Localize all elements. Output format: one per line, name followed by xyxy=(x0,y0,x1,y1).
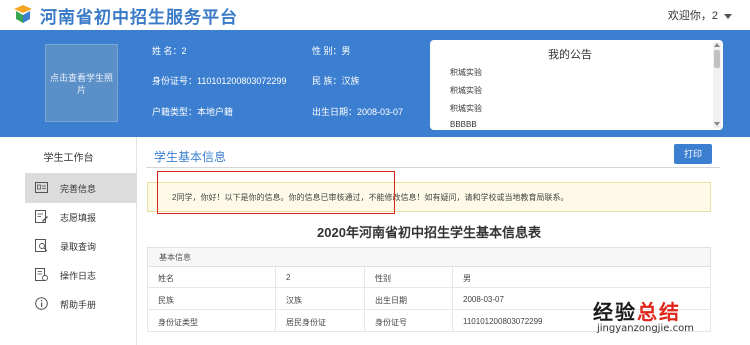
table-cell: 男 xyxy=(463,274,471,283)
title-divider xyxy=(146,167,720,168)
table-cell: 出生日期 xyxy=(375,296,407,305)
sidebar-item-label: 完善信息 xyxy=(60,184,97,194)
ethnicity-field: 民 族：汉族 xyxy=(312,76,360,86)
cell-divider xyxy=(364,289,365,310)
edit-form-icon xyxy=(35,210,48,223)
section-label: 基本信息 xyxy=(159,253,191,262)
sidebar-item-label: 志愿填报 xyxy=(60,213,97,223)
table-cell: 汉族 xyxy=(286,296,302,305)
table-cell: 居民身份证 xyxy=(286,318,326,327)
cell-divider xyxy=(364,311,365,332)
cell-divider xyxy=(364,267,365,288)
notice-scrollbar[interactable] xyxy=(713,42,721,128)
gender-field: 性 别：男 xyxy=(312,46,351,56)
sidebar-item-complete-info[interactable]: 完善信息 xyxy=(25,173,137,203)
form-title: 2020年河南省初中招生学生基本信息表 xyxy=(317,225,541,240)
sidebar: 学生工作台 完善信息 志愿填报 录取查询 操作日志 帮助手册 xyxy=(0,137,137,345)
birth-field: 出生日期：2008-03-07 xyxy=(312,107,404,117)
logo-icon xyxy=(14,5,32,23)
notice-item[interactable]: 积城实验 xyxy=(450,85,482,96)
sidebar-title: 学生工作台 xyxy=(43,153,94,164)
page-title: 学生基本信息 xyxy=(154,150,227,164)
notice-item[interactable]: 积城实验 xyxy=(450,103,482,114)
print-button[interactable]: 打印 xyxy=(674,144,712,164)
log-icon xyxy=(35,268,48,281)
watermark-text: 经验总结 xyxy=(593,302,681,324)
hukou-field: 户籍类型：本地户籍 xyxy=(152,107,234,117)
welcome-text: 欢迎你，2 xyxy=(667,10,718,22)
student-photo[interactable]: 点击查看学生照片 xyxy=(45,44,118,122)
table-cell: 110101200803072299 xyxy=(463,317,543,326)
cell-divider xyxy=(275,267,276,288)
name-field: 姓 名：2 xyxy=(152,46,187,56)
sidebar-item-application[interactable]: 志愿填报 xyxy=(25,202,137,232)
table-cell: 2 xyxy=(286,273,291,282)
cell-divider xyxy=(275,289,276,310)
top-bar: 河南省初中招生服务平台 欢迎你，2 xyxy=(0,0,750,30)
cell-divider xyxy=(452,289,453,310)
cell-divider xyxy=(452,311,453,332)
site-title: 河南省初中招生服务平台 xyxy=(40,8,238,27)
sidebar-item-label: 录取查询 xyxy=(60,242,97,252)
sidebar-item-operation-log[interactable]: 操作日志 xyxy=(25,260,137,290)
table-cell: 民族 xyxy=(158,296,174,305)
table-cell: 性别 xyxy=(375,274,391,283)
watermark-url: jingyanzongjie.com xyxy=(597,323,694,334)
info-icon xyxy=(35,297,48,310)
sidebar-item-label: 操作日志 xyxy=(60,271,97,281)
chevron-down-icon xyxy=(724,13,732,19)
notice-panel: 我的公告 积城实验 积城实验 积城实验 BBBBB xyxy=(430,40,723,130)
table-cell: 身份证号 xyxy=(375,318,407,327)
sidebar-item-label: 帮助手册 xyxy=(60,300,97,310)
notice-item[interactable]: BBBBB xyxy=(450,120,477,129)
table-row: 姓名 2 性别 男 xyxy=(147,267,711,288)
id-field: 身份证号：110101200803072299 xyxy=(152,76,287,86)
scroll-up-icon[interactable] xyxy=(714,43,720,47)
notice-item[interactable]: 积城实验 xyxy=(450,67,482,78)
student-summary-band: 点击查看学生照片 姓 名：2 身份证号：110101200803072299 户… xyxy=(0,30,750,137)
sidebar-item-help-manual[interactable]: 帮助手册 xyxy=(25,289,137,319)
cell-divider xyxy=(452,267,453,288)
table-cell: 姓名 xyxy=(158,274,174,283)
sidebar-item-admission-query[interactable]: 录取查询 xyxy=(25,231,137,261)
highlight-annotation xyxy=(157,171,395,214)
cell-divider xyxy=(275,311,276,332)
scroll-down-icon[interactable] xyxy=(714,122,720,126)
search-doc-icon xyxy=(35,239,48,252)
table-cell: 2008-03-07 xyxy=(463,295,504,304)
notice-title: 我的公告 xyxy=(548,49,592,61)
scroll-thumb[interactable] xyxy=(714,50,720,68)
watermark: 经验总结 jingyanzongjie.com xyxy=(593,296,743,341)
id-card-icon xyxy=(35,182,48,193)
user-menu[interactable]: 欢迎你，2 xyxy=(668,7,732,23)
table-cell: 身份证类型 xyxy=(158,318,198,327)
section-header xyxy=(147,247,711,267)
